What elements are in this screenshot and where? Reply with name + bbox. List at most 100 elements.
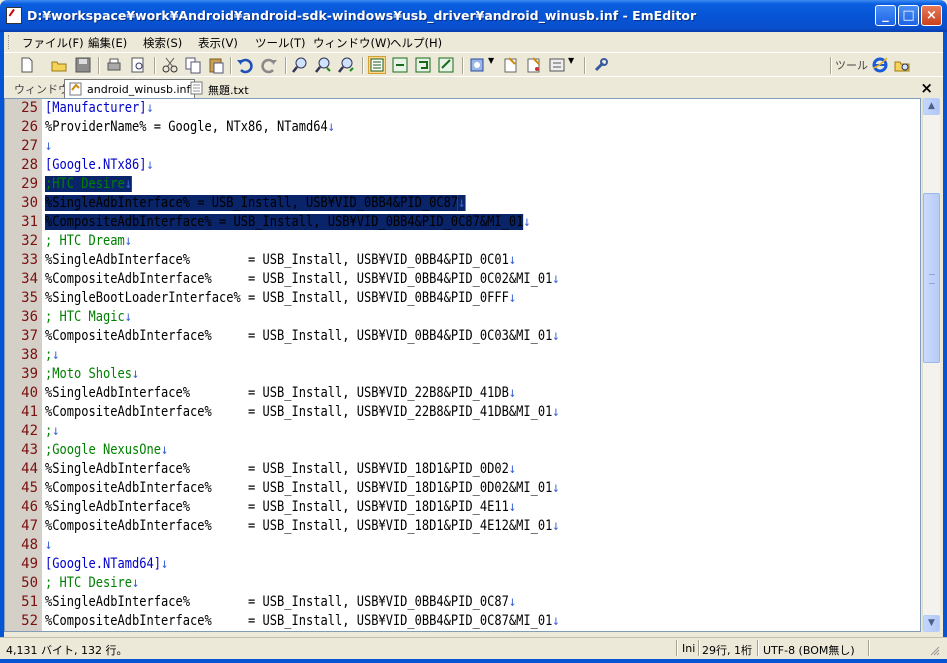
editor-line[interactable]: 51 %SingleAdbInterface% = USB_Install, US… (5, 593, 920, 612)
wrap-none-icon[interactable] (368, 56, 386, 74)
window-title: D:¥workspace¥work¥Android¥android-sdk-wi… (27, 8, 697, 23)
line-text: %CompositeAdbInterface% = USB_Install, U… (45, 612, 560, 631)
eol-mark: ↓ (508, 252, 517, 268)
editor-line[interactable]: 30 %SingleAdbInterface% = USB_Install, US… (5, 194, 920, 213)
line-content: %CompositeAdbInterface% = USB_Install, U… (45, 404, 553, 420)
editor-line[interactable]: 45 %CompositeAdbInterface% = USB_Install,… (5, 479, 920, 498)
line-text: ↓ (45, 536, 52, 555)
editor-line[interactable]: 47 %CompositeAdbInterface% = USB_Install,… (5, 517, 920, 536)
editor-line[interactable]: 36 ; HTC Magic↓ (5, 308, 920, 327)
menu-tools[interactable]: ツール(T) (255, 35, 306, 51)
status-encoding[interactable]: UTF-8 (BOM無し) (763, 642, 855, 658)
scroll-up-button[interactable]: ▲ (923, 98, 940, 115)
line-text: %CompositeAdbInterface% = USB_Install, U… (45, 213, 531, 232)
vertical-scrollbar[interactable]: ▲ ▼ (922, 98, 940, 632)
editor-line[interactable]: 25 [Manufacturer]↓ (5, 99, 920, 118)
copy-icon[interactable] (184, 56, 202, 74)
eol-mark: ↓ (45, 537, 53, 553)
editor-line[interactable]: 49 [Google.NTamd64]↓ (5, 555, 920, 574)
find-previous-icon[interactable] (337, 56, 355, 74)
line-text: %CompositeAdbInterface% = USB_Install, U… (45, 403, 560, 422)
menu-edit[interactable]: 編集(E) (88, 35, 127, 51)
print-icon[interactable] (105, 56, 123, 74)
macro-run-icon[interactable] (502, 56, 520, 74)
resize-grip-icon[interactable] (930, 646, 940, 656)
line-content: %SingleBootLoaderInterface% = USB_Instal… (45, 290, 509, 306)
tools-wrench-icon[interactable] (592, 56, 610, 74)
wrap-by-window-icon[interactable] (414, 56, 432, 74)
editor-line[interactable]: 35 %SingleBootLoaderInterface% = USB_Inst… (5, 289, 920, 308)
status-mode[interactable]: Ini (682, 642, 695, 655)
editor-line[interactable]: 26 %ProviderName% = Google, NTx86, NTamd6… (5, 118, 920, 137)
menu-grip[interactable] (8, 35, 12, 49)
app-icon[interactable] (6, 7, 22, 24)
editor-line[interactable]: 50 ; HTC Desire↓ (5, 574, 920, 593)
eol-mark: ↓ (124, 309, 132, 325)
eol-mark: ↓ (124, 176, 132, 192)
editor-line[interactable]: 29 ;HTC Desire↓ (5, 175, 920, 194)
editor-line[interactable]: 38 ;↓ (5, 346, 920, 365)
editor-line[interactable]: 33 %SingleAdbInterface% = USB_Install, US… (5, 251, 920, 270)
tab-android-winusb[interactable]: android_winusb.inf (64, 79, 196, 98)
line-text: ; HTC Desire↓ (45, 574, 139, 593)
redo-icon[interactable] (260, 56, 278, 74)
eol-mark: ↓ (508, 499, 517, 515)
line-number: 52 (5, 612, 38, 631)
editor-line[interactable]: 28 [Google.NTx86]↓ (5, 156, 920, 175)
paste-icon[interactable] (207, 56, 225, 74)
find-icon[interactable] (291, 56, 309, 74)
menu-search[interactable]: 検索(S) (143, 35, 182, 51)
internet-explorer-icon[interactable] (871, 56, 889, 74)
line-content: [Google.NTamd64] (45, 556, 161, 572)
editor-line[interactable]: 37 %CompositeAdbInterface% = USB_Install,… (5, 327, 920, 346)
line-content: %CompositeAdbInterface% = USB_Install, U… (45, 480, 553, 496)
close-tab-button[interactable]: × (920, 79, 933, 97)
text-editor[interactable]: 25 [Manufacturer]↓ 26 %ProviderName% = Goog… (4, 98, 921, 632)
scroll-thumb[interactable] (923, 193, 940, 363)
editor-line[interactable]: 27 ↓ (5, 137, 920, 156)
line-text: ;Google NexusOne↓ (45, 441, 168, 460)
close-button[interactable]: × (921, 5, 942, 26)
editor-line[interactable]: 34 %CompositeAdbInterface% = USB_Install,… (5, 270, 920, 289)
configuration-dropdown-icon[interactable]: ▼ (488, 56, 496, 74)
wrap-by-page-icon[interactable] (437, 56, 455, 74)
print-preview-icon[interactable] (129, 56, 147, 74)
open-folder-icon[interactable] (50, 56, 68, 74)
wrap-by-chars-icon[interactable] (391, 56, 409, 74)
macro-select-icon[interactable] (548, 56, 566, 74)
editor-line[interactable]: 43 ;Google NexusOne↓ (5, 441, 920, 460)
minimize-button[interactable]: _ (875, 5, 896, 26)
menu-view[interactable]: 表示(V) (198, 35, 238, 51)
editor-line[interactable]: 52 %CompositeAdbInterface% = USB_Install,… (5, 612, 920, 631)
editor-line[interactable]: 39 ;Moto Sholes↓ (5, 365, 920, 384)
editor-line[interactable]: 31 %CompositeAdbInterface% = USB_Install,… (5, 213, 920, 232)
menu-help[interactable]: ヘルプ(H) (390, 35, 442, 51)
undo-icon[interactable] (236, 56, 254, 74)
line-content: %ProviderName% = Google, NTx86, NTamd64 (45, 119, 328, 135)
scroll-down-button[interactable]: ▼ (923, 615, 940, 632)
editor-line[interactable]: 46 %SingleAdbInterface% = USB_Install, US… (5, 498, 920, 517)
maximize-button[interactable]: □ (898, 5, 919, 26)
line-number: 41 (5, 403, 38, 422)
tab-untitled[interactable]: 無題.txt (186, 79, 253, 98)
find-next-icon[interactable] (314, 56, 332, 74)
menu-file[interactable]: ファイル(F) (22, 35, 84, 51)
macro-record-icon[interactable] (525, 56, 543, 74)
editor-line[interactable]: 44 %SingleAdbInterface% = USB_Install, US… (5, 460, 920, 479)
configuration-icon[interactable] (469, 56, 487, 74)
line-number: 34 (5, 270, 38, 289)
explorer-folder-icon[interactable] (893, 56, 911, 74)
save-icon[interactable] (74, 56, 92, 74)
editor-line[interactable]: 41 %CompositeAdbInterface% = USB_Install,… (5, 403, 920, 422)
macro-dropdown-icon[interactable]: ▼ (568, 56, 576, 74)
editor-line[interactable]: 40 %SingleAdbInterface% = USB_Install, US… (5, 384, 920, 403)
editor-line[interactable]: 32 ; HTC Dream↓ (5, 232, 920, 251)
new-file-icon[interactable] (18, 56, 36, 74)
menu-window[interactable]: ウィンドウ(W) (313, 35, 391, 51)
editor-line[interactable]: 42 ;↓ (5, 422, 920, 441)
editor-line[interactable]: 48 ↓ (5, 536, 920, 555)
line-text: %ProviderName% = Google, NTx86, NTamd64↓ (45, 118, 335, 137)
cut-icon[interactable] (161, 56, 179, 74)
eol-mark: ↓ (508, 385, 517, 401)
line-number: 47 (5, 517, 38, 536)
